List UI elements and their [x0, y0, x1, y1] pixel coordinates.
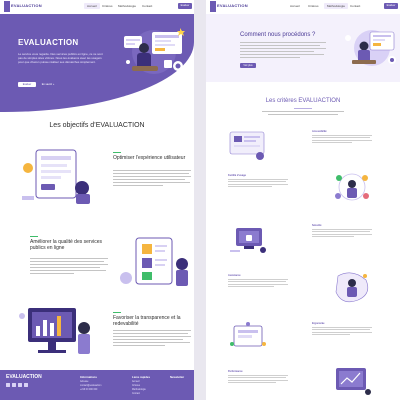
- criterion-text: Ergonomie: [312, 322, 372, 336]
- criterion-card: Ergonomie: [228, 316, 378, 358]
- footer-col-title: Liens rapides: [132, 375, 151, 379]
- objective-title: Optimiser l’expérience utilisateur: [113, 155, 186, 161]
- criterion-text: Performance: [228, 370, 288, 384]
- logo-mark: [4, 1, 10, 12]
- objective-text: [113, 170, 193, 192]
- footer-brand: EVALUACTION: [6, 374, 42, 380]
- footer-link[interactable]: contact@evaluaction: [80, 385, 101, 387]
- evaluate-button[interactable]: Evaluer mon: [384, 3, 398, 13]
- security-illustration: [230, 228, 266, 253]
- ux-illustration: [22, 149, 90, 204]
- process-text: [240, 42, 328, 60]
- nav-item-accueil[interactable]: Accueil: [84, 3, 100, 9]
- facebook-icon[interactable]: [6, 383, 10, 387]
- objective-title: Favoriser la transparence et la redevabi…: [113, 315, 181, 327]
- home-page: EVALUACTION Accueil Critères Méthodologi…: [0, 0, 194, 400]
- footer-col-title: Newsletter: [170, 375, 185, 379]
- twitter-icon[interactable]: [12, 383, 16, 387]
- accent-bar: [113, 312, 121, 313]
- logo-text: EVALUACTION: [217, 3, 248, 8]
- process-title: Comment nous procédons ?: [240, 32, 316, 38]
- footer-link: Adresse: [80, 381, 89, 383]
- logo-mark: [210, 1, 216, 12]
- objective-card: Améliorer la qualité des services public…: [0, 222, 194, 306]
- footer-link[interactable]: Critères: [132, 385, 140, 387]
- criteria-subtitle: [262, 111, 344, 117]
- footer-link[interactable]: Méthodologie: [132, 389, 146, 391]
- nav-item-methodologie[interactable]: Méthodologie: [324, 3, 349, 9]
- criterion-text: Sécurité: [312, 224, 372, 238]
- criterion-text: Accessibilité: [312, 130, 372, 144]
- usability-illustration: [335, 173, 369, 201]
- see-more-button[interactable]: Voir plus: [240, 63, 256, 68]
- criterion-card: Performance: [228, 360, 378, 400]
- nav-item-criteres[interactable]: Critères: [102, 4, 113, 8]
- hero-primary-button[interactable]: Evaluer: [18, 82, 36, 87]
- instagram-icon[interactable]: [24, 383, 28, 387]
- nav-item-methodologie[interactable]: Méthodologie: [118, 4, 136, 8]
- objectives-title: Les objectifs d’EVALUACTION: [49, 122, 145, 129]
- footer-col-title: Informations: [80, 375, 97, 379]
- hero-text: Le service vous regarde. Des services pu…: [18, 52, 103, 64]
- criterion-text: Assistance: [228, 274, 288, 288]
- criterion-name: Facilité d’usage: [228, 174, 246, 177]
- performance-illustration: [336, 368, 371, 395]
- criterion-text: Facilité d’usage: [228, 174, 288, 188]
- footer-link: +216 00 000 000: [80, 389, 98, 391]
- nav-item-contact[interactable]: Contact: [350, 4, 360, 8]
- nav-item-criteres[interactable]: Critères: [308, 4, 319, 8]
- screenshot-canvas: EVALUACTION Accueil Critères Méthodologi…: [0, 0, 400, 400]
- logo[interactable]: EVALUACTION: [4, 1, 42, 13]
- criterion-name: Sécurité: [312, 224, 322, 227]
- process-illustration: [345, 30, 396, 66]
- accessibility-illustration: [229, 131, 265, 160]
- accent-bar: [30, 236, 38, 237]
- top-nav: EVALUACTION Accueil Critères Méthodologi…: [0, 0, 194, 14]
- criterion-name: Ergonomie: [312, 322, 325, 325]
- objective-card: Optimiser l’expérience utilisateur: [0, 138, 194, 222]
- criterion-name: Assistance: [228, 274, 241, 277]
- evaluate-button[interactable]: Evaluer mon: [178, 3, 192, 13]
- footer-link[interactable]: Contact: [132, 393, 140, 395]
- logo[interactable]: EVALUACTION: [210, 1, 248, 13]
- criterion-name: Accessibilité: [312, 130, 327, 133]
- nav-item-contact[interactable]: Contact: [142, 4, 152, 8]
- objective-text: [30, 258, 110, 280]
- footer-link[interactable]: Accueil: [132, 381, 139, 383]
- top-nav: EVALUACTION Accueil Critères Méthodologi…: [206, 0, 400, 14]
- assistance-illustration: [335, 272, 369, 303]
- hero-title: EVALUACTION: [18, 38, 79, 47]
- criterion-card: Assistance: [228, 268, 378, 310]
- hero-illustration: [124, 28, 185, 74]
- linkedin-icon[interactable]: [18, 383, 22, 387]
- nav-item-accueil[interactable]: Accueil: [290, 4, 300, 8]
- criterion-card: Facilité d’usage: [228, 168, 378, 210]
- criteria-underline: [294, 108, 312, 109]
- footer: EVALUACTION Informations Adresse contact…: [0, 370, 194, 400]
- process-page: EVALUACTION Accueil Critères Méthodologi…: [206, 0, 400, 400]
- criterion-card: Accessibilité: [228, 124, 378, 166]
- objective-text: [113, 330, 193, 352]
- accent-bar: [113, 152, 121, 153]
- ergonomics-illustration: [230, 322, 266, 347]
- transparency-illustration: [19, 308, 90, 354]
- criteria-title: Les critères EVALUACTION: [265, 98, 341, 104]
- logo-text: EVALUACTION: [11, 3, 42, 8]
- objective-title: Améliorer la qualité des services public…: [30, 239, 102, 251]
- quality-illustration: [120, 237, 188, 286]
- hero-secondary-button[interactable]: En savoir +: [40, 82, 56, 87]
- criterion-name: Performance: [228, 370, 243, 373]
- criterion-card: Sécurité: [228, 218, 378, 260]
